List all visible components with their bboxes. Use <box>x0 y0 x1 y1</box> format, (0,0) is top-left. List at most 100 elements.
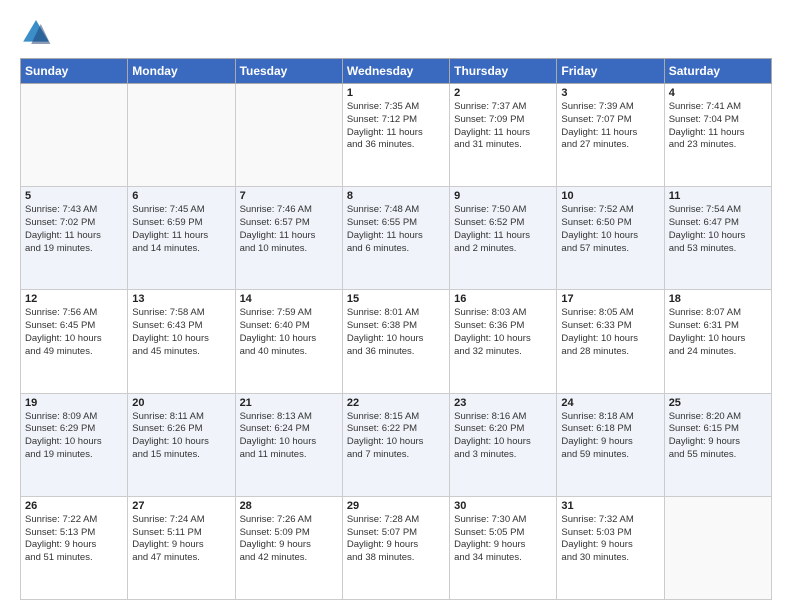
day-info: Sunrise: 8:13 AM Sunset: 6:24 PM Dayligh… <box>240 411 338 462</box>
day-info: Sunrise: 7:46 AM Sunset: 6:57 PM Dayligh… <box>240 204 338 255</box>
day-info: Sunrise: 8:03 AM Sunset: 6:36 PM Dayligh… <box>454 307 552 358</box>
day-number: 14 <box>240 293 338 305</box>
day-cell: 8 Sunrise: 7:48 AM Sunset: 6:55 PM Daylig… <box>342 187 449 290</box>
day-info: Sunrise: 8:11 AM Sunset: 6:26 PM Dayligh… <box>132 411 230 462</box>
day-cell: 26 Sunrise: 7:22 AM Sunset: 5:13 PM Dayli… <box>21 496 128 599</box>
day-cell: 1 Sunrise: 7:35 AM Sunset: 7:12 PM Daylig… <box>342 84 449 187</box>
weekday-sunday: Sunday <box>21 59 128 84</box>
weekday-thursday: Thursday <box>450 59 557 84</box>
week-row-2: 5 Sunrise: 7:43 AM Sunset: 7:02 PM Daylig… <box>21 187 772 290</box>
weekday-header-row: SundayMondayTuesdayWednesdayThursdayFrid… <box>21 59 772 84</box>
day-number: 18 <box>669 293 767 305</box>
day-info: Sunrise: 7:52 AM Sunset: 6:50 PM Dayligh… <box>561 204 659 255</box>
day-info: Sunrise: 7:22 AM Sunset: 5:13 PM Dayligh… <box>25 514 123 565</box>
weekday-tuesday: Tuesday <box>235 59 342 84</box>
day-number: 16 <box>454 293 552 305</box>
day-cell: 28 Sunrise: 7:26 AM Sunset: 5:09 PM Dayli… <box>235 496 342 599</box>
day-info: Sunrise: 7:35 AM Sunset: 7:12 PM Dayligh… <box>347 101 445 152</box>
day-cell: 25 Sunrise: 8:20 AM Sunset: 6:15 PM Dayli… <box>664 393 771 496</box>
day-info: Sunrise: 8:18 AM Sunset: 6:18 PM Dayligh… <box>561 411 659 462</box>
weekday-wednesday: Wednesday <box>342 59 449 84</box>
day-cell: 6 Sunrise: 7:45 AM Sunset: 6:59 PM Daylig… <box>128 187 235 290</box>
day-number: 23 <box>454 397 552 409</box>
weekday-saturday: Saturday <box>664 59 771 84</box>
day-cell: 29 Sunrise: 7:28 AM Sunset: 5:07 PM Dayli… <box>342 496 449 599</box>
weekday-monday: Monday <box>128 59 235 84</box>
day-cell: 9Sunrise: 7:50 AM Sunset: 6:52 PM Daylig… <box>450 187 557 290</box>
day-info: Sunrise: 7:28 AM Sunset: 5:07 PM Dayligh… <box>347 514 445 565</box>
day-info: Sunrise: 7:37 AM Sunset: 7:09 PM Dayligh… <box>454 101 552 152</box>
day-cell: 17Sunrise: 8:05 AM Sunset: 6:33 PM Dayli… <box>557 290 664 393</box>
day-number: 30 <box>454 500 552 512</box>
day-number: 8 <box>347 190 445 202</box>
day-cell: 22 Sunrise: 8:15 AM Sunset: 6:22 PM Dayli… <box>342 393 449 496</box>
day-number: 31 <box>561 500 659 512</box>
day-cell: 14 Sunrise: 7:59 AM Sunset: 6:40 PM Dayli… <box>235 290 342 393</box>
day-number: 21 <box>240 397 338 409</box>
week-row-3: 12Sunrise: 7:56 AM Sunset: 6:45 PM Dayli… <box>21 290 772 393</box>
week-row-4: 19Sunrise: 8:09 AM Sunset: 6:29 PM Dayli… <box>21 393 772 496</box>
day-info: Sunrise: 7:24 AM Sunset: 5:11 PM Dayligh… <box>132 514 230 565</box>
day-info: Sunrise: 7:54 AM Sunset: 6:47 PM Dayligh… <box>669 204 767 255</box>
day-number: 1 <box>347 87 445 99</box>
day-number: 19 <box>25 397 123 409</box>
day-info: Sunrise: 8:05 AM Sunset: 6:33 PM Dayligh… <box>561 307 659 358</box>
day-cell: 18 Sunrise: 8:07 AM Sunset: 6:31 PM Dayli… <box>664 290 771 393</box>
day-info: Sunrise: 8:07 AM Sunset: 6:31 PM Dayligh… <box>669 307 767 358</box>
day-cell: 11 Sunrise: 7:54 AM Sunset: 6:47 PM Dayli… <box>664 187 771 290</box>
day-number: 11 <box>669 190 767 202</box>
day-number: 25 <box>669 397 767 409</box>
day-number: 27 <box>132 500 230 512</box>
day-number: 3 <box>561 87 659 99</box>
day-info: Sunrise: 7:48 AM Sunset: 6:55 PM Dayligh… <box>347 204 445 255</box>
day-number: 2 <box>454 87 552 99</box>
week-row-5: 26 Sunrise: 7:22 AM Sunset: 5:13 PM Dayli… <box>21 496 772 599</box>
calendar-table: SundayMondayTuesdayWednesdayThursdayFrid… <box>20 58 772 600</box>
day-number: 5 <box>25 190 123 202</box>
day-cell: 23 Sunrise: 8:16 AM Sunset: 6:20 PM Dayli… <box>450 393 557 496</box>
week-row-1: 1 Sunrise: 7:35 AM Sunset: 7:12 PM Daylig… <box>21 84 772 187</box>
day-cell: 15Sunrise: 8:01 AM Sunset: 6:38 PM Dayli… <box>342 290 449 393</box>
day-cell: 13 Sunrise: 7:58 AM Sunset: 6:43 PM Dayli… <box>128 290 235 393</box>
day-number: 10 <box>561 190 659 202</box>
day-cell: 16 Sunrise: 8:03 AM Sunset: 6:36 PM Dayli… <box>450 290 557 393</box>
day-cell: 31 Sunrise: 7:32 AM Sunset: 5:03 PM Dayli… <box>557 496 664 599</box>
day-info: Sunrise: 7:45 AM Sunset: 6:59 PM Dayligh… <box>132 204 230 255</box>
day-info: Sunrise: 7:32 AM Sunset: 5:03 PM Dayligh… <box>561 514 659 565</box>
day-info: Sunrise: 7:59 AM Sunset: 6:40 PM Dayligh… <box>240 307 338 358</box>
logo <box>20 16 56 48</box>
day-number: 6 <box>132 190 230 202</box>
day-cell: 21 Sunrise: 8:13 AM Sunset: 6:24 PM Dayli… <box>235 393 342 496</box>
day-number: 20 <box>132 397 230 409</box>
day-info: Sunrise: 8:20 AM Sunset: 6:15 PM Dayligh… <box>669 411 767 462</box>
day-cell: 2 Sunrise: 7:37 AM Sunset: 7:09 PM Daylig… <box>450 84 557 187</box>
day-number: 29 <box>347 500 445 512</box>
day-cell: 20 Sunrise: 8:11 AM Sunset: 6:26 PM Dayli… <box>128 393 235 496</box>
logo-icon <box>20 16 52 48</box>
weekday-friday: Friday <box>557 59 664 84</box>
day-number: 28 <box>240 500 338 512</box>
day-cell: 24 Sunrise: 8:18 AM Sunset: 6:18 PM Dayli… <box>557 393 664 496</box>
day-cell: 7 Sunrise: 7:46 AM Sunset: 6:57 PM Daylig… <box>235 187 342 290</box>
day-number: 24 <box>561 397 659 409</box>
day-info: Sunrise: 8:15 AM Sunset: 6:22 PM Dayligh… <box>347 411 445 462</box>
day-info: Sunrise: 7:26 AM Sunset: 5:09 PM Dayligh… <box>240 514 338 565</box>
day-cell <box>128 84 235 187</box>
day-number: 7 <box>240 190 338 202</box>
day-cell <box>235 84 342 187</box>
day-cell: 12Sunrise: 7:56 AM Sunset: 6:45 PM Dayli… <box>21 290 128 393</box>
day-number: 4 <box>669 87 767 99</box>
day-number: 13 <box>132 293 230 305</box>
day-info: Sunrise: 7:41 AM Sunset: 7:04 PM Dayligh… <box>669 101 767 152</box>
day-info: Sunrise: 8:16 AM Sunset: 6:20 PM Dayligh… <box>454 411 552 462</box>
day-cell: 3Sunrise: 7:39 AM Sunset: 7:07 PM Daylig… <box>557 84 664 187</box>
day-number: 22 <box>347 397 445 409</box>
day-info: Sunrise: 7:58 AM Sunset: 6:43 PM Dayligh… <box>132 307 230 358</box>
day-info: Sunrise: 7:43 AM Sunset: 7:02 PM Dayligh… <box>25 204 123 255</box>
day-info: Sunrise: 7:30 AM Sunset: 5:05 PM Dayligh… <box>454 514 552 565</box>
day-info: Sunrise: 8:01 AM Sunset: 6:38 PM Dayligh… <box>347 307 445 358</box>
day-number: 26 <box>25 500 123 512</box>
header <box>20 16 772 48</box>
day-cell: 27 Sunrise: 7:24 AM Sunset: 5:11 PM Dayli… <box>128 496 235 599</box>
day-cell <box>21 84 128 187</box>
